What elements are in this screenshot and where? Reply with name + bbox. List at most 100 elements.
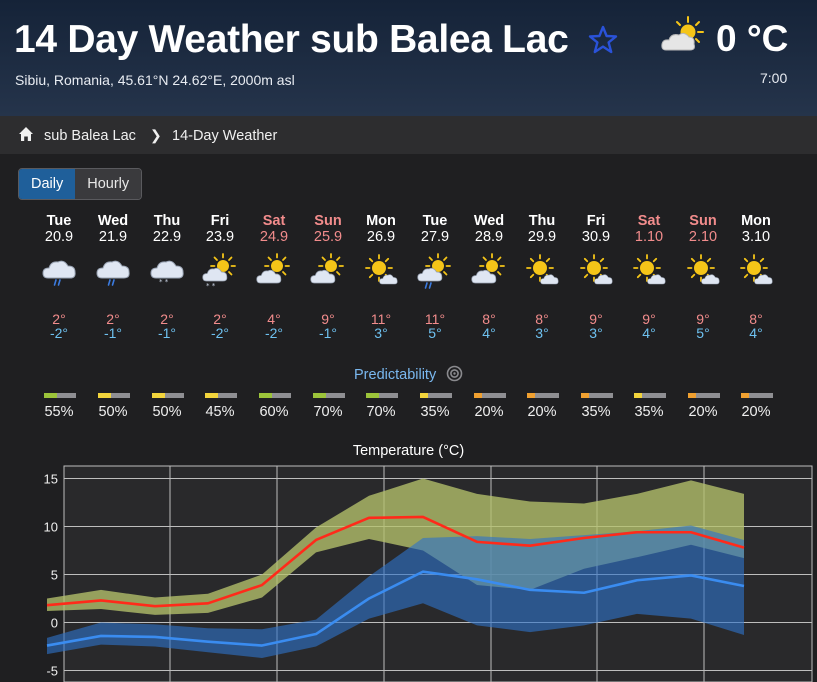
min-temperature: -2° (49, 325, 69, 341)
day-name: Fri (210, 213, 230, 229)
min-temperature: -1° (318, 325, 338, 341)
location-subtitle: Sibiu, Romania, 45.61°N 24.62°E, 2000m a… (15, 72, 295, 88)
y-tick-label: 15 (44, 472, 58, 487)
predictability-percent: 20% (688, 404, 718, 420)
day-name: Thu (153, 213, 181, 229)
predictability-bar (152, 393, 184, 398)
predictability-bar (688, 393, 720, 398)
sun-small-cloud-icon (361, 252, 401, 292)
sun-cloud-rain-icon (415, 252, 455, 292)
predictability-level (152, 393, 165, 398)
breadcrumb: sub Balea Lac ❯ 14-Day Weather (0, 116, 817, 154)
predictability-level (313, 393, 326, 398)
predictability-level (44, 393, 57, 398)
predictability-level (688, 393, 696, 398)
y-tick-label: 0 (51, 616, 58, 631)
day-name: Mon (741, 213, 771, 229)
day-name: Sun (689, 213, 717, 229)
day-date: 23.9 (205, 229, 235, 245)
predictability-level (366, 393, 379, 398)
predictability-percent: 20% (741, 404, 771, 420)
min-temperature: 3° (374, 325, 388, 341)
min-temperature: 5° (428, 325, 442, 341)
predictability-level (98, 393, 111, 398)
day-date: 21.9 (98, 229, 128, 245)
page-title: 14 Day Weather sub Balea Lac (14, 18, 569, 61)
predictability-bar (634, 393, 666, 398)
day-name: Tue (46, 213, 72, 229)
day-name: Sat (262, 213, 286, 229)
star-outline-icon[interactable] (587, 24, 619, 56)
day-name: Sun (314, 213, 342, 229)
tab-daily[interactable]: Daily (19, 169, 76, 199)
predictability-bar (474, 393, 506, 398)
y-tick-label: 10 (44, 520, 58, 535)
min-temperature: 5° (696, 325, 710, 341)
day-date: 1.10 (634, 229, 664, 245)
breadcrumb-separator: ❯ (150, 127, 162, 143)
predictability-percent: 35% (581, 404, 611, 420)
day-date: 22.9 (152, 229, 182, 245)
predictability-bar (259, 393, 291, 398)
min-temperature: -1° (103, 325, 123, 341)
min-temperature: 4° (749, 325, 763, 341)
view-tabs: Daily Hourly (18, 168, 143, 200)
current-temperature: 0 °C (716, 18, 789, 59)
predictability-percent: 20% (527, 404, 557, 420)
chart-title: Temperature (°C) (352, 443, 465, 459)
min-temperature: -1° (157, 325, 177, 341)
day-name: Wed (473, 213, 505, 229)
y-tick-label: 5 (51, 568, 58, 583)
day-date: 3.10 (741, 229, 771, 245)
day-date: 25.9 (313, 229, 343, 245)
sun-small-cloud-icon (629, 252, 669, 292)
tab-hourly[interactable]: Hourly (75, 169, 142, 199)
predictability-bar (205, 393, 237, 398)
breadcrumb-current-page: 14-Day Weather (172, 128, 278, 144)
day-date: 28.9 (474, 229, 504, 245)
predictability-bar (366, 393, 398, 398)
predictability-percent: 45% (205, 404, 235, 420)
breadcrumb-location-link[interactable]: sub Balea Lac (44, 128, 136, 144)
temperature-chart: 15 10 5 0 -5 (44, 465, 813, 682)
day-date: 2.10 (688, 229, 718, 245)
sun-small-cloud-icon (683, 252, 723, 292)
predictability-percent: 50% (152, 404, 182, 420)
day-date: 30.9 (581, 229, 611, 245)
predictability-percent: 70% (313, 404, 343, 420)
day-name: Tue (422, 213, 448, 229)
predictability-percent: 20% (474, 404, 504, 420)
predictability-label[interactable]: Predictability (354, 367, 436, 383)
home-icon[interactable] (18, 126, 34, 142)
predictability-bar (98, 393, 130, 398)
day-date: 27.9 (420, 229, 450, 245)
day-date: 29.9 (527, 229, 557, 245)
svg-text:* *: * * (159, 278, 169, 286)
predictability-level (634, 393, 642, 398)
current-time: 7:00 (760, 70, 788, 86)
min-temperature: -2° (264, 325, 284, 341)
min-temperature: -2° (210, 325, 230, 341)
sun-cloud-icon (469, 252, 509, 292)
predictability-level (741, 393, 749, 398)
predictability-bar (313, 393, 345, 398)
predictability-percent: 50% (98, 404, 128, 420)
predictability-level (527, 393, 535, 398)
predictability-level (259, 393, 272, 398)
predictability-percent: 70% (366, 404, 396, 420)
day-date: 20.9 (44, 229, 74, 245)
day-name: Fri (586, 213, 606, 229)
min-temperature: 3° (535, 325, 549, 341)
day-name: Thu (528, 213, 556, 229)
sun-cloud-snow-icon: * * (200, 252, 240, 292)
y-tick-label: -5 (46, 664, 58, 679)
svg-text:* *: * * (206, 282, 216, 290)
sun-cloud-icon (254, 252, 294, 292)
predictability-percent: 55% (44, 404, 74, 420)
min-temperature: 4° (482, 325, 496, 341)
page-header: 14 Day Weather sub Balea Lac Sibiu, Roma… (0, 0, 817, 116)
predictability-level (205, 393, 218, 398)
target-info-icon[interactable] (446, 365, 463, 382)
predictability-percent: 60% (259, 404, 289, 420)
day-date: 24.9 (259, 229, 289, 245)
